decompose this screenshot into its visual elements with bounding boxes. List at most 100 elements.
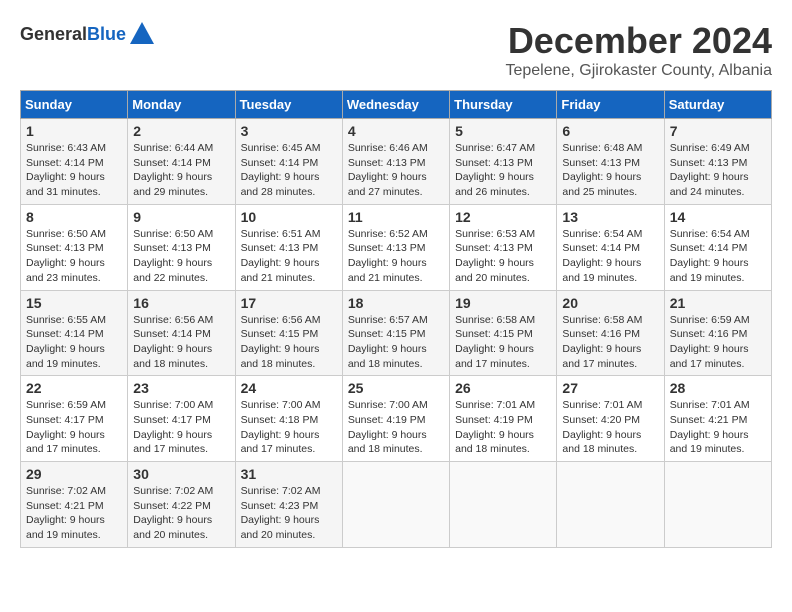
day-number: 18 <box>348 295 444 311</box>
calendar-day-header: Thursday <box>450 91 557 119</box>
calendar-day-cell: 31 Sunrise: 7:02 AM Sunset: 4:23 PM Dayli… <box>235 462 342 548</box>
calendar-day-header: Sunday <box>21 91 128 119</box>
day-number: 8 <box>26 209 122 225</box>
logo: GeneralBlue <box>20 20 156 48</box>
day-number: 27 <box>562 380 658 396</box>
day-number: 29 <box>26 466 122 482</box>
calendar-day-cell: 26Sunrise: 7:01 AM Sunset: 4:19 PM Dayli… <box>450 376 557 462</box>
day-number: 11 <box>348 209 444 225</box>
day-number: 9 <box>133 209 229 225</box>
day-info: Sunrise: 6:51 AM Sunset: 4:13 PM Dayligh… <box>241 227 337 286</box>
calendar-day-cell <box>664 462 771 548</box>
calendar-day-cell: 10 Sunrise: 6:51 AM Sunset: 4:13 PM Dayli… <box>235 204 342 290</box>
calendar-day-cell: 12Sunrise: 6:53 AM Sunset: 4:13 PM Dayli… <box>450 204 557 290</box>
calendar-day-cell: 8 Sunrise: 6:50 AM Sunset: 4:13 PM Daylig… <box>21 204 128 290</box>
day-number: 16 <box>133 295 229 311</box>
day-number: 7 <box>670 123 766 139</box>
day-info: Sunrise: 6:58 AM Sunset: 4:15 PM Dayligh… <box>455 313 551 372</box>
day-info: Sunrise: 6:56 AM Sunset: 4:15 PM Dayligh… <box>241 313 337 372</box>
day-number: 13 <box>562 209 658 225</box>
day-number: 4 <box>348 123 444 139</box>
page-header: GeneralBlue December 2024 Tepelene, Gjir… <box>20 20 772 80</box>
day-info: Sunrise: 6:58 AM Sunset: 4:16 PM Dayligh… <box>562 313 658 372</box>
day-info: Sunrise: 6:45 AM Sunset: 4:14 PM Dayligh… <box>241 141 337 200</box>
calendar-day-cell: 20Sunrise: 6:58 AM Sunset: 4:16 PM Dayli… <box>557 290 664 376</box>
calendar-day-cell: 23Sunrise: 7:00 AM Sunset: 4:17 PM Dayli… <box>128 376 235 462</box>
day-number: 12 <box>455 209 551 225</box>
calendar-day-cell: 16 Sunrise: 6:56 AM Sunset: 4:14 PM Dayli… <box>128 290 235 376</box>
calendar-day-cell <box>450 462 557 548</box>
calendar-week-row: 15 Sunrise: 6:55 AM Sunset: 4:14 PM Dayli… <box>21 290 772 376</box>
day-number: 10 <box>241 209 337 225</box>
calendar-day-cell: 18 Sunrise: 6:57 AM Sunset: 4:15 PM Dayli… <box>342 290 449 376</box>
calendar-day-header: Tuesday <box>235 91 342 119</box>
day-info: Sunrise: 6:43 AM Sunset: 4:14 PM Dayligh… <box>26 141 122 200</box>
calendar-day-cell <box>557 462 664 548</box>
calendar-day-cell: 4 Sunrise: 6:46 AM Sunset: 4:13 PM Daylig… <box>342 119 449 205</box>
day-info: Sunrise: 6:47 AM Sunset: 4:13 PM Dayligh… <box>455 141 551 200</box>
calendar-header-row: SundayMondayTuesdayWednesdayThursdayFrid… <box>21 91 772 119</box>
calendar-day-cell: 15 Sunrise: 6:55 AM Sunset: 4:14 PM Dayli… <box>21 290 128 376</box>
day-number: 24 <box>241 380 337 396</box>
day-info: Sunrise: 6:55 AM Sunset: 4:14 PM Dayligh… <box>26 313 122 372</box>
calendar-day-cell: 22 Sunrise: 6:59 AM Sunset: 4:17 PM Dayli… <box>21 376 128 462</box>
calendar-day-cell: 21 Sunrise: 6:59 AM Sunset: 4:16 PM Dayli… <box>664 290 771 376</box>
calendar-day-cell: 19 Sunrise: 6:58 AM Sunset: 4:15 PM Dayli… <box>450 290 557 376</box>
day-info: Sunrise: 7:02 AM Sunset: 4:22 PM Dayligh… <box>133 484 229 543</box>
day-number: 25 <box>348 380 444 396</box>
calendar-day-cell: 3 Sunrise: 6:45 AM Sunset: 4:14 PM Daylig… <box>235 119 342 205</box>
calendar-day-header: Wednesday <box>342 91 449 119</box>
day-info: Sunrise: 6:57 AM Sunset: 4:15 PM Dayligh… <box>348 313 444 372</box>
day-number: 1 <box>26 123 122 139</box>
calendar-day-cell: 5Sunrise: 6:47 AM Sunset: 4:13 PM Daylig… <box>450 119 557 205</box>
day-info: Sunrise: 7:01 AM Sunset: 4:21 PM Dayligh… <box>670 398 766 457</box>
day-number: 28 <box>670 380 766 396</box>
day-number: 3 <box>241 123 337 139</box>
calendar-day-cell: 30Sunrise: 7:02 AM Sunset: 4:22 PM Dayli… <box>128 462 235 548</box>
logo-text-blue: Blue <box>87 24 126 44</box>
calendar-week-row: 22 Sunrise: 6:59 AM Sunset: 4:17 PM Dayli… <box>21 376 772 462</box>
calendar-day-header: Monday <box>128 91 235 119</box>
day-number: 19 <box>455 295 551 311</box>
day-number: 21 <box>670 295 766 311</box>
calendar-day-cell: 13 Sunrise: 6:54 AM Sunset: 4:14 PM Dayli… <box>557 204 664 290</box>
day-info: Sunrise: 7:01 AM Sunset: 4:19 PM Dayligh… <box>455 398 551 457</box>
calendar-week-row: 1 Sunrise: 6:43 AM Sunset: 4:14 PM Daylig… <box>21 119 772 205</box>
day-number: 31 <box>241 466 337 482</box>
calendar-day-cell: 29Sunrise: 7:02 AM Sunset: 4:21 PM Dayli… <box>21 462 128 548</box>
logo-text-general: General <box>20 24 87 44</box>
calendar-day-cell: 7Sunrise: 6:49 AM Sunset: 4:13 PM Daylig… <box>664 119 771 205</box>
logo-icon <box>128 20 156 48</box>
day-number: 15 <box>26 295 122 311</box>
day-number: 6 <box>562 123 658 139</box>
day-info: Sunrise: 7:00 AM Sunset: 4:18 PM Dayligh… <box>241 398 337 457</box>
day-info: Sunrise: 6:59 AM Sunset: 4:17 PM Dayligh… <box>26 398 122 457</box>
calendar-day-cell: 9Sunrise: 6:50 AM Sunset: 4:13 PM Daylig… <box>128 204 235 290</box>
day-info: Sunrise: 6:59 AM Sunset: 4:16 PM Dayligh… <box>670 313 766 372</box>
subtitle: Tepelene, Gjirokaster County, Albania <box>505 62 772 80</box>
calendar-day-cell: 6Sunrise: 6:48 AM Sunset: 4:13 PM Daylig… <box>557 119 664 205</box>
day-info: Sunrise: 6:46 AM Sunset: 4:13 PM Dayligh… <box>348 141 444 200</box>
day-info: Sunrise: 6:56 AM Sunset: 4:14 PM Dayligh… <box>133 313 229 372</box>
calendar-day-cell: 27 Sunrise: 7:01 AM Sunset: 4:20 PM Dayli… <box>557 376 664 462</box>
day-info: Sunrise: 6:54 AM Sunset: 4:14 PM Dayligh… <box>670 227 766 286</box>
calendar-day-header: Saturday <box>664 91 771 119</box>
day-info: Sunrise: 7:02 AM Sunset: 4:23 PM Dayligh… <box>241 484 337 543</box>
calendar-day-cell: 2Sunrise: 6:44 AM Sunset: 4:14 PM Daylig… <box>128 119 235 205</box>
day-number: 2 <box>133 123 229 139</box>
calendar-week-row: 29Sunrise: 7:02 AM Sunset: 4:21 PM Dayli… <box>21 462 772 548</box>
calendar-day-cell: 28 Sunrise: 7:01 AM Sunset: 4:21 PM Dayli… <box>664 376 771 462</box>
calendar-day-cell <box>342 462 449 548</box>
day-number: 17 <box>241 295 337 311</box>
calendar-day-cell: 25Sunrise: 7:00 AM Sunset: 4:19 PM Dayli… <box>342 376 449 462</box>
day-number: 23 <box>133 380 229 396</box>
day-info: Sunrise: 7:01 AM Sunset: 4:20 PM Dayligh… <box>562 398 658 457</box>
day-number: 22 <box>26 380 122 396</box>
calendar-table: SundayMondayTuesdayWednesdayThursdayFrid… <box>20 90 772 548</box>
day-info: Sunrise: 6:54 AM Sunset: 4:14 PM Dayligh… <box>562 227 658 286</box>
calendar-day-header: Friday <box>557 91 664 119</box>
day-info: Sunrise: 6:50 AM Sunset: 4:13 PM Dayligh… <box>26 227 122 286</box>
calendar-day-cell: 11 Sunrise: 6:52 AM Sunset: 4:13 PM Dayli… <box>342 204 449 290</box>
day-info: Sunrise: 6:52 AM Sunset: 4:13 PM Dayligh… <box>348 227 444 286</box>
day-number: 14 <box>670 209 766 225</box>
